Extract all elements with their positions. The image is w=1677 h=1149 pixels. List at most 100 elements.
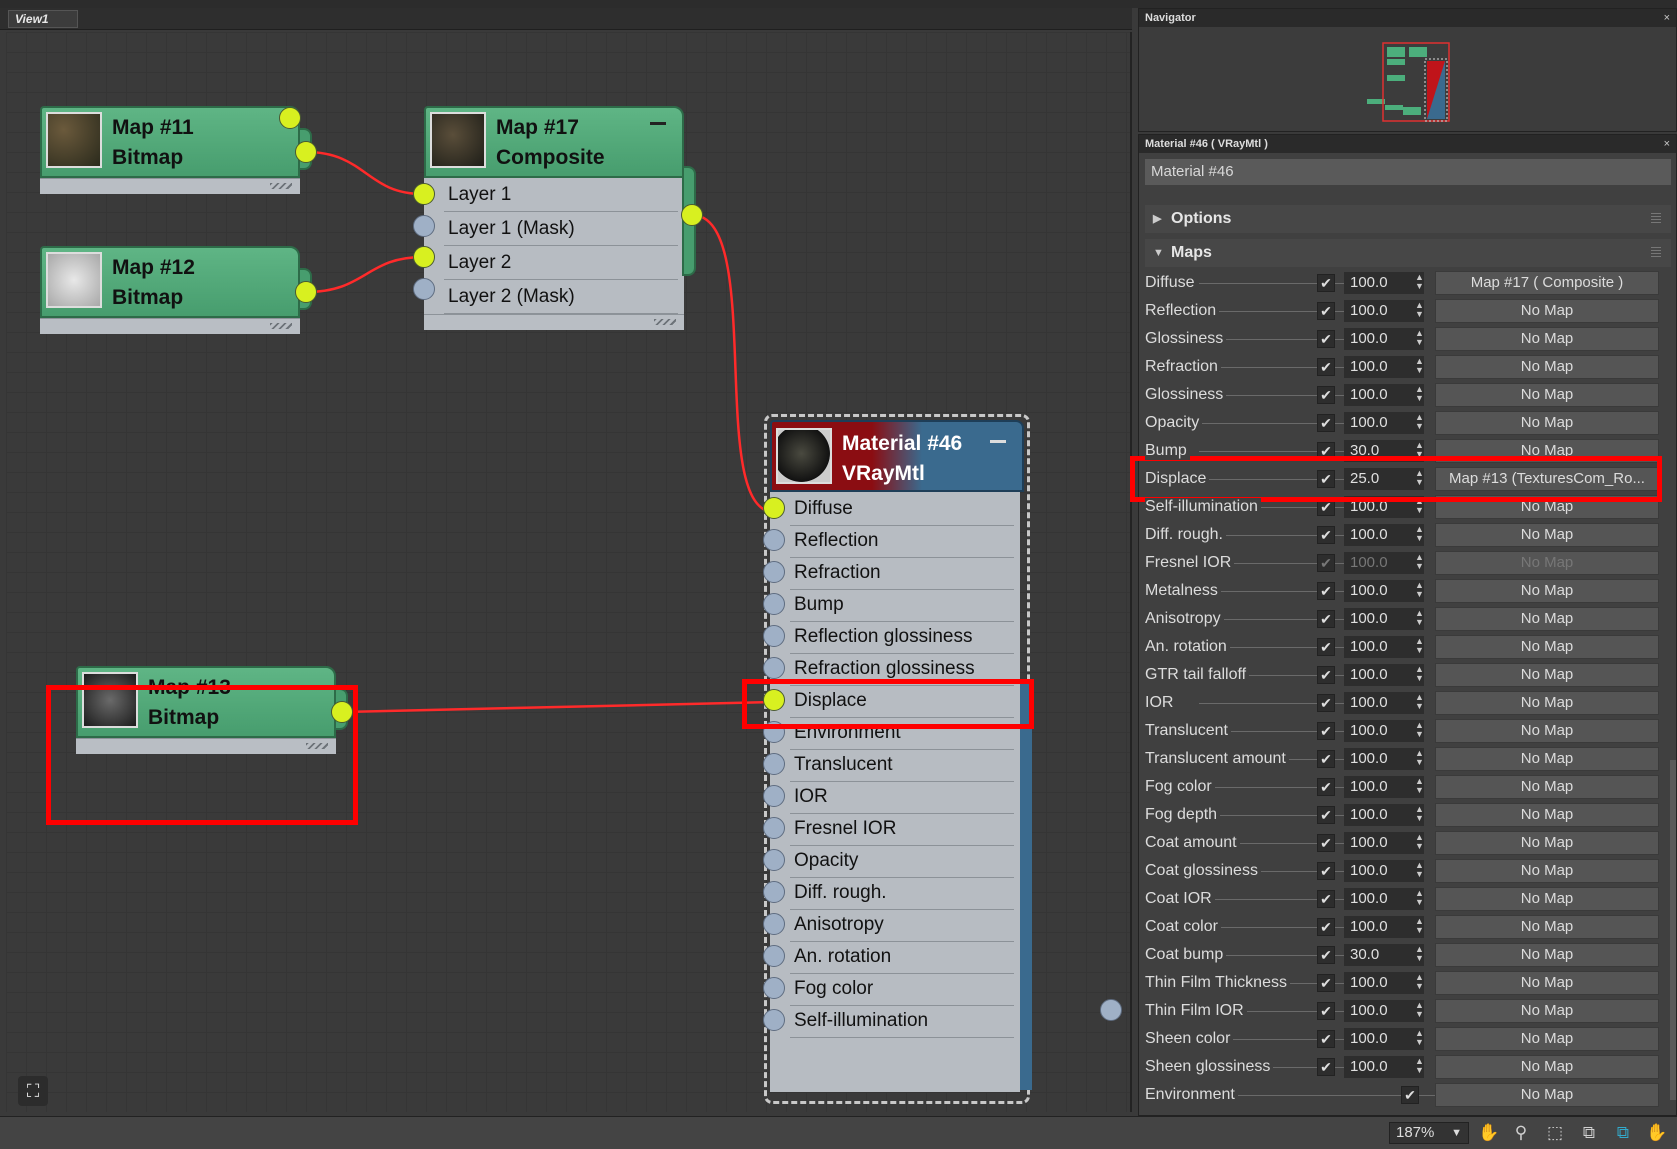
material-panel-close-icon[interactable]: × bbox=[1664, 135, 1670, 153]
spinner-icon[interactable]: ▲ ▼ bbox=[1415, 553, 1425, 571]
spinner-icon[interactable]: ▲ ▼ bbox=[1415, 413, 1425, 431]
map-amount-field[interactable]: 100.0 bbox=[1344, 1028, 1424, 1050]
map17-layer1-socket[interactable] bbox=[413, 183, 435, 205]
mat-slot-fog-color[interactable]: Fog color bbox=[770, 972, 1020, 1006]
spinner-icon[interactable]: ▲ ▼ bbox=[1415, 665, 1425, 683]
map-amount-field[interactable]: 100.0 bbox=[1344, 300, 1424, 322]
map-slot-button[interactable]: No Map bbox=[1435, 943, 1659, 967]
map-enable-checkbox[interactable]: ✔ bbox=[1317, 638, 1335, 656]
spinner-icon[interactable]: ▲ ▼ bbox=[1415, 833, 1425, 851]
map-slot-button[interactable]: No Map bbox=[1435, 299, 1659, 323]
map17-output-socket[interactable] bbox=[681, 204, 703, 226]
material46-slot-socket[interactable] bbox=[763, 1009, 785, 1031]
spinner-icon[interactable]: ▲ ▼ bbox=[1415, 945, 1425, 963]
map-amount-field[interactable]: 100.0 bbox=[1344, 1056, 1424, 1078]
material46-slot-socket[interactable] bbox=[763, 753, 785, 775]
map-amount-field[interactable]: 100.0 bbox=[1344, 524, 1424, 546]
mat-slot-opacity[interactable]: Opacity bbox=[770, 844, 1020, 878]
material46-slot-socket[interactable] bbox=[763, 529, 785, 551]
pan-tool-icon[interactable]: ✋ bbox=[1646, 1122, 1668, 1144]
map-amount-field[interactable]: 100.0 bbox=[1344, 664, 1424, 686]
spinner-icon[interactable]: ▲ ▼ bbox=[1415, 329, 1425, 347]
map-slot-button[interactable]: No Map bbox=[1435, 551, 1659, 575]
map-amount-field[interactable]: 100.0 bbox=[1344, 1000, 1424, 1022]
map17-layer2-mask-socket[interactable] bbox=[413, 278, 435, 300]
map-enable-checkbox[interactable]: ✔ bbox=[1317, 694, 1335, 712]
mat-slot-refraction[interactable]: Refraction bbox=[770, 556, 1020, 590]
material46-slot-socket[interactable] bbox=[763, 625, 785, 647]
map-amount-field[interactable]: 100.0 bbox=[1344, 972, 1424, 994]
spinner-icon[interactable]: ▲ ▼ bbox=[1415, 777, 1425, 795]
map-slot-button[interactable]: No Map bbox=[1435, 831, 1659, 855]
map-amount-field[interactable]: 100.0 bbox=[1344, 804, 1424, 826]
mat-slot-bump[interactable]: Bump bbox=[770, 588, 1020, 622]
rollout-options[interactable]: ▶ Options bbox=[1145, 205, 1671, 233]
spinner-icon[interactable]: ▲ ▼ bbox=[1415, 357, 1425, 375]
map-slot-button[interactable]: No Map bbox=[1435, 607, 1659, 631]
spinner-icon[interactable]: ▲ ▼ bbox=[1415, 1029, 1425, 1047]
spinner-icon[interactable]: ▲ ▼ bbox=[1415, 889, 1425, 907]
map-slot-button[interactable]: No Map bbox=[1435, 663, 1659, 687]
map-slot-button[interactable]: No Map bbox=[1435, 1027, 1659, 1051]
map17-slot-layer2-mask[interactable]: Layer 2 (Mask) bbox=[424, 280, 684, 314]
map-enable-checkbox[interactable]: ✔ bbox=[1317, 722, 1335, 740]
spinner-icon[interactable]: ▲ ▼ bbox=[1415, 721, 1425, 739]
zoom-extents-selected-icon[interactable]: ⧉ bbox=[1612, 1122, 1634, 1144]
map-enable-checkbox[interactable]: ✔ bbox=[1317, 330, 1335, 348]
map-enable-checkbox[interactable]: ✔ bbox=[1317, 806, 1335, 824]
map-enable-checkbox[interactable]: ✔ bbox=[1317, 414, 1335, 432]
spinner-icon[interactable]: ▲ ▼ bbox=[1415, 1001, 1425, 1019]
spinner-icon[interactable]: ▲ ▼ bbox=[1415, 973, 1425, 991]
spinner-icon[interactable]: ▲ ▼ bbox=[1415, 917, 1425, 935]
map17-slot-layer2[interactable]: Layer 2 bbox=[424, 246, 684, 280]
map-slot-button[interactable]: No Map bbox=[1435, 1083, 1659, 1107]
mat-slot-translucent[interactable]: Translucent bbox=[770, 748, 1020, 782]
material46-slot-socket[interactable] bbox=[763, 593, 785, 615]
map-slot-button[interactable]: Map #17 ( Composite ) bbox=[1435, 271, 1659, 295]
spinner-icon[interactable]: ▲ ▼ bbox=[1415, 637, 1425, 655]
material46-slot-socket[interactable] bbox=[763, 561, 785, 583]
spinner-icon[interactable]: ▲ ▼ bbox=[1415, 861, 1425, 879]
map-enable-checkbox[interactable]: ✔ bbox=[1317, 1030, 1335, 1048]
map-enable-checkbox[interactable]: ✔ bbox=[1317, 750, 1335, 768]
map-enable-checkbox[interactable]: ✔ bbox=[1317, 666, 1335, 684]
spinner-icon[interactable]: ▲ ▼ bbox=[1415, 385, 1425, 403]
map-slot-button[interactable]: No Map bbox=[1435, 327, 1659, 351]
map-enable-checkbox[interactable]: ✔ bbox=[1317, 834, 1335, 852]
map-enable-checkbox[interactable]: ✔ bbox=[1317, 554, 1335, 572]
mat-slot-reflection-glossiness[interactable]: Reflection glossiness bbox=[770, 620, 1020, 654]
mat-slot-an-rotation[interactable]: An. rotation bbox=[770, 940, 1020, 974]
material46-slot-socket[interactable] bbox=[763, 977, 785, 999]
map-amount-field[interactable]: 100.0 bbox=[1344, 888, 1424, 910]
rollout-maps[interactable]: ▼ Maps bbox=[1145, 239, 1671, 267]
map-amount-field[interactable]: 100.0 bbox=[1344, 272, 1424, 294]
map-enable-checkbox[interactable]: ✔ bbox=[1317, 610, 1335, 628]
material46-slot-socket[interactable] bbox=[763, 817, 785, 839]
navigator-close-icon[interactable]: × bbox=[1664, 9, 1670, 27]
map-amount-field[interactable]: 100.0 bbox=[1344, 832, 1424, 854]
map-enable-checkbox[interactable]: ✔ bbox=[1317, 890, 1335, 908]
mat-slot-self-illumination[interactable]: Self-illumination bbox=[770, 1004, 1020, 1038]
spinner-icon[interactable]: ▲ ▼ bbox=[1415, 581, 1425, 599]
map-amount-field[interactable]: 100.0 bbox=[1344, 328, 1424, 350]
map-amount-field[interactable]: 100.0 bbox=[1344, 636, 1424, 658]
map-amount-field[interactable]: 100.0 bbox=[1344, 916, 1424, 938]
spinner-icon[interactable]: ▲ ▼ bbox=[1415, 273, 1425, 291]
map-amount-field[interactable]: 100.0 bbox=[1344, 384, 1424, 406]
spinner-icon[interactable]: ▲ ▼ bbox=[1415, 609, 1425, 627]
map-slot-button[interactable]: No Map bbox=[1435, 747, 1659, 771]
map-amount-field[interactable]: 100.0 bbox=[1344, 412, 1424, 434]
scrollbar[interactable] bbox=[1670, 760, 1676, 1100]
map-slot-button[interactable]: No Map bbox=[1435, 999, 1659, 1023]
map-slot-button[interactable]: No Map bbox=[1435, 859, 1659, 883]
map-amount-field[interactable]: 100.0 bbox=[1344, 776, 1424, 798]
map-slot-button[interactable]: No Map bbox=[1435, 523, 1659, 547]
zoom-region-icon[interactable]: ⬚ bbox=[1544, 1122, 1566, 1144]
material46-slot-socket[interactable] bbox=[763, 497, 785, 519]
map-slot-button[interactable]: No Map bbox=[1435, 915, 1659, 939]
zoom-dropdown[interactable]: 187% ▼ bbox=[1389, 1122, 1469, 1144]
map-slot-button[interactable]: No Map bbox=[1435, 971, 1659, 995]
spinner-icon[interactable]: ▲ ▼ bbox=[1415, 693, 1425, 711]
map-slot-button[interactable]: No Map bbox=[1435, 411, 1659, 435]
material46-output-socket[interactable] bbox=[1100, 999, 1122, 1021]
